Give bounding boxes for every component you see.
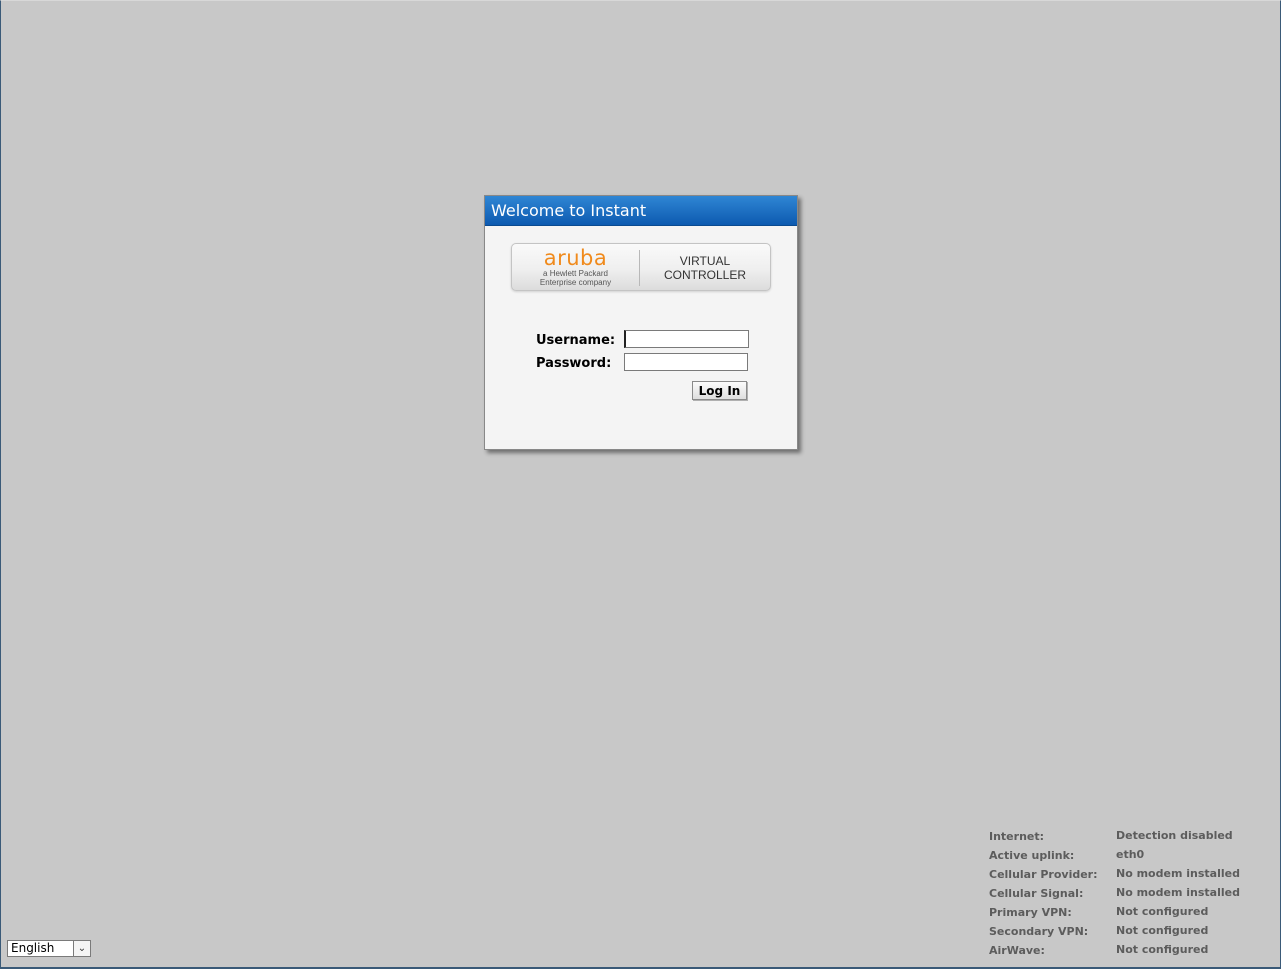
language-selected: English [11, 941, 55, 955]
chevron-down-icon[interactable]: ⌄ [73, 941, 90, 956]
status-value: No modem installed [1116, 867, 1240, 880]
status-key: Primary VPN: [989, 906, 1072, 919]
status-value: Not configured [1116, 905, 1209, 918]
logo-tagline-2: Enterprise company [539, 278, 612, 287]
browser-frame [0, 0, 1281, 969]
status-key: AirWave: [989, 944, 1045, 957]
status-key: Cellular Provider: [989, 868, 1098, 881]
status-value: Detection disabled [1116, 829, 1233, 842]
log-in-button[interactable]: Log In [692, 381, 747, 400]
status-value: Not configured [1116, 943, 1209, 956]
product-name: VIRTUAL CONTROLLER [640, 244, 770, 290]
password-row: Password: [536, 353, 756, 376]
password-input[interactable] [624, 353, 748, 371]
status-key: Cellular Signal: [989, 887, 1084, 900]
language-select[interactable]: English ⌄ [7, 940, 91, 957]
username-row: Username: [536, 330, 756, 353]
dialog-title: Welcome to Instant [485, 196, 797, 226]
password-label: Password: [536, 356, 612, 371]
product-name-line-1: VIRTUAL [679, 254, 731, 268]
aruba-logo: aruba a Hewlett Packard Enterprise compa… [512, 244, 639, 290]
logo-tagline-1: a Hewlett Packard [543, 269, 608, 278]
status-value: No modem installed [1116, 886, 1240, 899]
login-dialog: Welcome to Instant aruba a Hewlett Packa… [484, 195, 798, 450]
status-value: Not configured [1116, 924, 1209, 937]
product-name-line-2: CONTROLLER [663, 268, 746, 282]
status-key: Active uplink: [989, 849, 1075, 862]
aruba-wordmark: aruba [543, 246, 608, 270]
status-key: Internet: [989, 830, 1045, 843]
login-form: Username: Password: [536, 330, 756, 376]
aruba-logo-banner: aruba a Hewlett Packard Enterprise compa… [511, 243, 771, 291]
username-input[interactable] [624, 330, 749, 348]
username-label: Username: [536, 333, 616, 348]
status-key: Secondary VPN: [989, 925, 1089, 938]
status-value: eth0 [1116, 848, 1145, 861]
